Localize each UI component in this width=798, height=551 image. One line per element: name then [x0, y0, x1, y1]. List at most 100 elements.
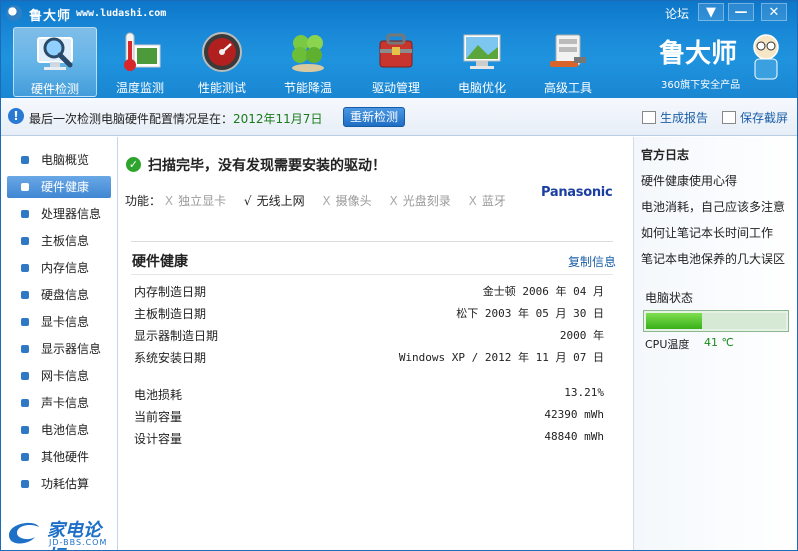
monitor-landscape-icon — [463, 34, 501, 69]
tool-performance[interactable]: 性能测试 — [180, 27, 264, 97]
generate-report-label: 生成报告 — [660, 111, 709, 125]
sidebar-item-label: 功耗估算 — [41, 477, 90, 491]
feature-label: 蓝牙 — [481, 194, 506, 208]
divider — [131, 241, 613, 242]
section-title: 硬件健康 — [132, 254, 188, 270]
close-button[interactable]: ✕ — [761, 3, 787, 21]
row-key: 内存制造日期 — [134, 285, 207, 299]
recheck-button[interactable]: 重新检测 — [343, 107, 405, 127]
sidebar-item-label: 显示器信息 — [41, 342, 102, 356]
tool-driver-manage[interactable]: 驱动管理 — [354, 27, 438, 97]
divider — [131, 274, 613, 275]
row-value: 金士顿 2006 年 04 月 — [482, 285, 604, 298]
swirl-logo-icon — [9, 522, 39, 544]
last-check-date: 2012年11月7日 — [233, 112, 323, 126]
feature-label: 独立显卡 — [178, 194, 227, 208]
bullet-icon — [21, 210, 29, 218]
status-bar — [643, 310, 789, 332]
sidebar-item-disk[interactable]: 硬盘信息 — [7, 284, 111, 306]
save-screenshot-button[interactable]: 保存截屏 — [722, 109, 788, 126]
feature-bluetooth: X 蓝牙 — [469, 194, 506, 208]
title-bar: 鲁大师 www.ludashi.com 论坛 ▼ — ✕ — [1, 1, 797, 25]
forum-link[interactable]: 论坛 — [665, 5, 689, 22]
bullet-icon — [21, 318, 29, 326]
sidebar-item-network[interactable]: 网卡信息 — [7, 365, 111, 387]
info-row-current-capacity: 当前容量 42390 mWh — [134, 408, 604, 428]
feature-disc-burn: X 光盘刻录 — [390, 194, 451, 208]
generate-report-button[interactable]: 生成报告 — [642, 109, 708, 126]
bullet-icon — [21, 237, 29, 245]
info-row-system-install: 系统安装日期 Windows XP / 2012 年 11 月 07 日 — [134, 349, 604, 369]
tool-optimize[interactable]: 电脑优化 — [440, 27, 524, 97]
row-key: 电池损耗 — [134, 388, 183, 402]
sidebar-item-gpu[interactable]: 显卡信息 — [7, 311, 111, 333]
scan-result-title: 扫描完毕，没有发现需要安装的驱动！ — [148, 158, 386, 174]
bullet-icon — [21, 399, 29, 407]
pc-status-title: 电脑状态 — [645, 291, 694, 305]
log-link[interactable]: 笔记本电池保养的几大误区 — [641, 250, 785, 267]
tool-temperature[interactable]: 温度监测 — [98, 27, 182, 97]
brand-subtitle: 360旗下安全产品 — [661, 80, 741, 91]
sidebar-item-display[interactable]: 显示器信息 — [7, 338, 111, 360]
header: 鲁大师 www.ludashi.com 论坛 ▼ — ✕ 硬件检测 温度监测 性… — [1, 1, 797, 98]
menu-dropdown-button[interactable]: ▼ — [698, 3, 724, 21]
tool-advanced[interactable]: 高级工具 — [526, 27, 610, 97]
log-link[interactable]: 如何让笔记本长时间工作 — [641, 224, 773, 241]
sidebar-item-label: 电脑概览 — [41, 153, 90, 167]
official-log-title: 官方日志 — [641, 148, 690, 162]
row-value: 13.21% — [564, 386, 604, 399]
manufacturer-logo: Panasonic — [541, 185, 613, 200]
info-row-design-capacity: 设计容量 48840 mWh — [134, 430, 604, 450]
sidebar-item-power[interactable]: 功耗估算 — [7, 473, 111, 495]
bullet-icon — [21, 372, 29, 380]
tool-label: 性能测试 — [197, 81, 246, 95]
tool-label: 驱动管理 — [371, 81, 420, 95]
feature-label: 光盘刻录 — [402, 194, 451, 208]
copy-info-link[interactable]: 复制信息 — [568, 253, 616, 270]
tool-energy-saving[interactable]: 节能降温 — [266, 27, 350, 97]
sidebar-item-hardware-health[interactable]: 硬件健康 — [7, 176, 111, 198]
row-key: 当前容量 — [134, 410, 183, 424]
bullet-icon — [21, 480, 29, 488]
sidebar-item-label: 硬件健康 — [41, 180, 90, 194]
features-line: 功能： X 独立显卡 √ 无线上网 X 摄像头 X 光盘刻录 X 蓝牙 — [125, 192, 520, 209]
sidebar-item-cpu[interactable]: 处理器信息 — [7, 203, 111, 225]
features-label: 功能： — [125, 194, 162, 208]
sidebar-item-battery[interactable]: 电池信息 — [7, 419, 111, 441]
sidebar-item-motherboard[interactable]: 主板信息 — [7, 230, 111, 252]
sidebar-item-label: 主板信息 — [41, 234, 90, 248]
cpu-temp-label: CPU温度 — [645, 338, 690, 351]
bullet-icon — [21, 156, 29, 164]
minimize-button[interactable]: — — [728, 3, 754, 21]
tool-hardware-detect[interactable]: 硬件检测 — [13, 27, 97, 97]
sidebar-item-label: 内存信息 — [41, 261, 90, 275]
sidebar-item-other[interactable]: 其他硬件 — [7, 446, 111, 468]
cross-icon: X — [468, 194, 477, 208]
sidebar-item-overview[interactable]: 电脑概览 — [7, 149, 111, 171]
tool-label: 电脑优化 — [457, 81, 506, 95]
log-link[interactable]: 硬件健康使用心得 — [641, 172, 737, 189]
magnifier-monitor-icon — [37, 37, 73, 70]
row-key: 设计容量 — [134, 432, 183, 446]
main-content: ✓ 扫描完毕，没有发现需要安装的驱动！ 功能： X 独立显卡 √ 无线上网 X 摄像头… — [119, 137, 633, 550]
sidebar-item-memory[interactable]: 内存信息 — [7, 257, 111, 279]
cross-icon: X — [389, 194, 398, 208]
row-key: 系统安装日期 — [134, 351, 207, 365]
info-icon: ! — [8, 108, 24, 124]
info-row-battery-wear: 电池损耗 13.21% — [134, 386, 604, 406]
feature-discrete-gpu: X 独立显卡 — [165, 194, 226, 208]
sidebar-item-label: 其他硬件 — [41, 450, 90, 464]
sidebar-item-label: 电池信息 — [41, 423, 90, 437]
log-link[interactable]: 电池消耗，自己应该多注意 — [641, 198, 785, 215]
tool-label: 高级工具 — [543, 81, 592, 95]
row-key: 主板制造日期 — [134, 307, 207, 321]
bullet-icon — [21, 264, 29, 272]
sidebar-item-label: 声卡信息 — [41, 396, 90, 410]
save-screenshot-label: 保存截屏 — [740, 111, 789, 125]
feature-label: 摄像头 — [335, 194, 372, 208]
sidebar-item-sound[interactable]: 声卡信息 — [7, 392, 111, 414]
sidebar: 电脑概览 硬件健康 处理器信息 主板信息 内存信息 硬盘信息 显卡信息 显示器信… — [1, 137, 118, 550]
tool-label: 节能降温 — [283, 81, 332, 95]
thermometer-icon — [124, 32, 161, 71]
row-key: 显示器制造日期 — [134, 329, 219, 343]
